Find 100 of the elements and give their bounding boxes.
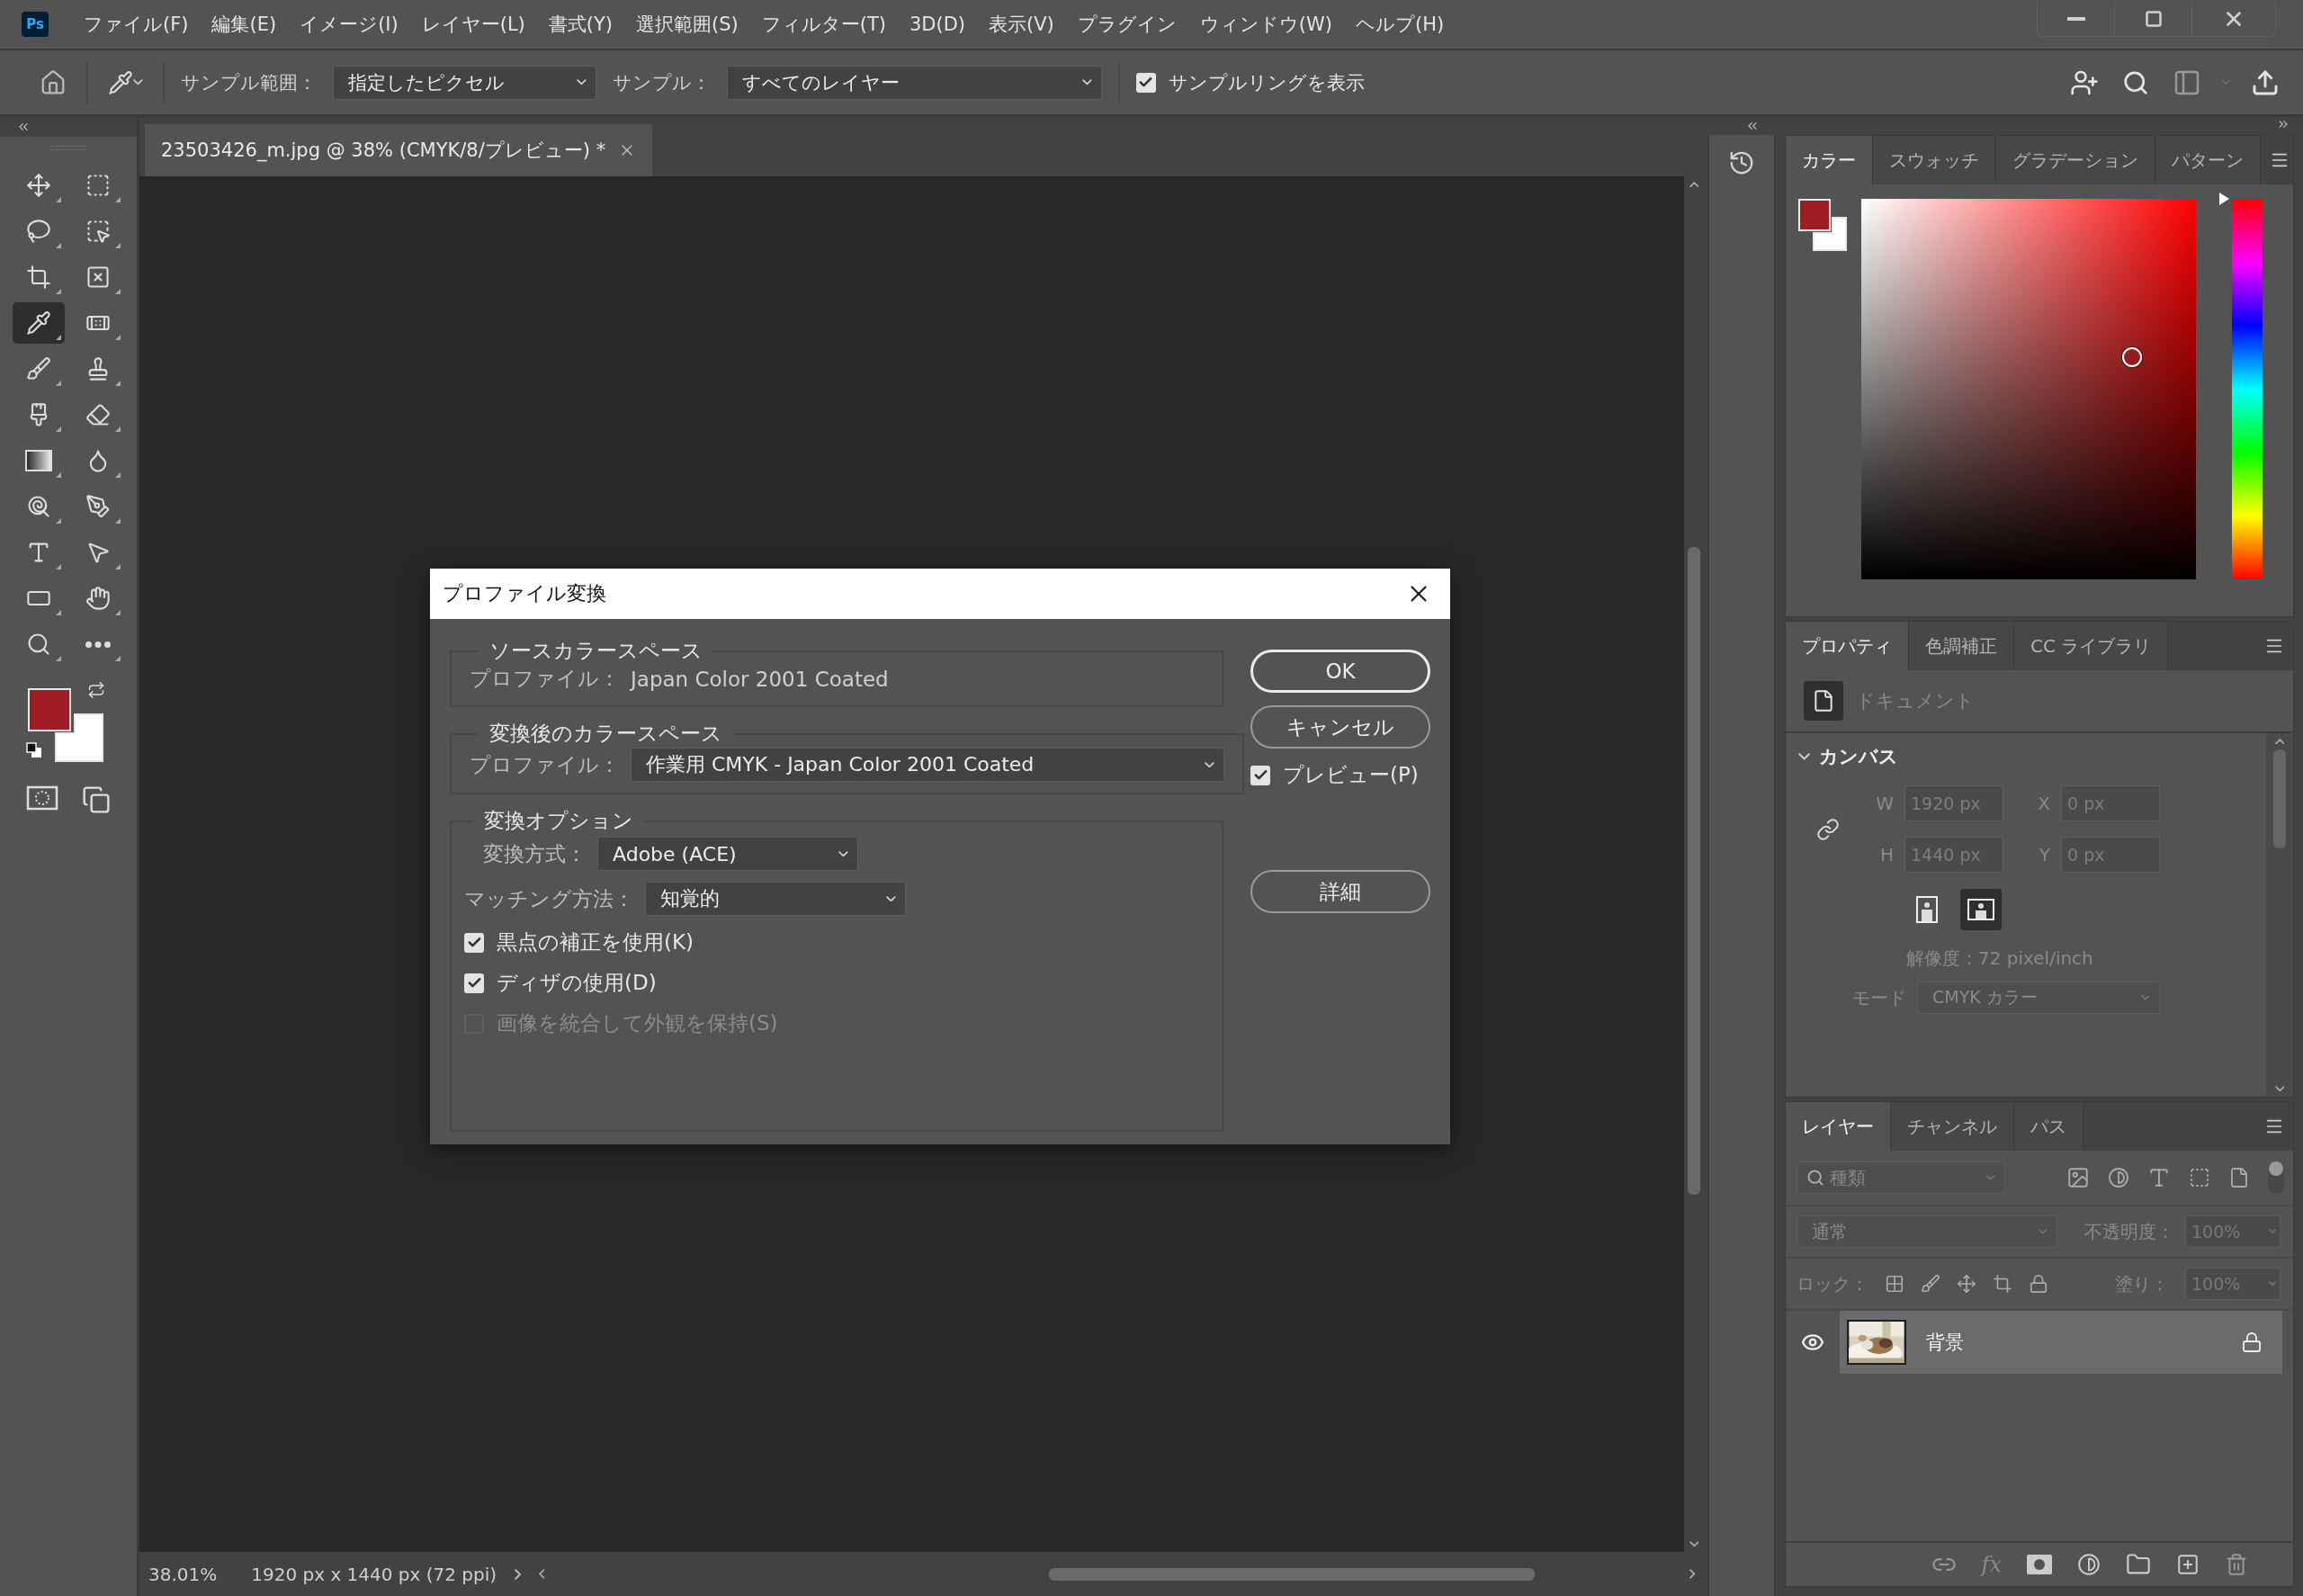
details-button[interactable]: 詳細: [1250, 870, 1430, 913]
layer-row[interactable]: 背景: [1840, 1311, 2282, 1374]
panel-tab[interactable]: レイヤー: [1786, 1102, 1891, 1151]
move-icon: [26, 173, 51, 198]
brush-lock-icon[interactable]: [1921, 1274, 1940, 1294]
foreground-color-swatch[interactable]: [1798, 199, 1831, 231]
document-icon: [1812, 689, 1835, 713]
checker-lock-icon[interactable]: [1885, 1274, 1904, 1294]
chevron-down-icon: [1082, 79, 1092, 85]
sample-size-label: サンプル範囲：: [180, 70, 317, 95]
lasso-icon: [26, 219, 51, 244]
layer-name: 背景: [1926, 1331, 1965, 1355]
engine-dropdown[interactable]: Adobe (ACE): [597, 837, 858, 871]
home-icon: [40, 68, 67, 96]
history-icon: [1728, 149, 1755, 176]
sample-dropdown[interactable]: すべてのレイヤー: [726, 65, 1102, 100]
quick-mask-icon[interactable]: [26, 785, 58, 811]
scroll-up-icon: [1689, 182, 1699, 188]
link-icon[interactable]: [1816, 817, 1840, 841]
search-icon: [2122, 68, 2150, 96]
hand-icon: [85, 586, 111, 611]
checkbox-label: 黒点の補正を使用(K): [497, 929, 694, 955]
menu-item[interactable]: 編集(E): [200, 12, 289, 37]
panel-tab[interactable]: パターン: [2155, 136, 2261, 184]
intent-dropdown[interactable]: 知覚的: [645, 882, 906, 916]
chevron-down-icon[interactable]: [1798, 753, 1811, 760]
document-size: 1920 px x 1440 px (72 ppi): [251, 1563, 497, 1585]
image-filter-icon[interactable]: [2066, 1166, 2090, 1189]
adjustment-icon[interactable]: [2077, 1553, 2101, 1576]
panel-tab[interactable]: パス: [2014, 1102, 2083, 1151]
swap-icon[interactable]: [87, 681, 105, 699]
brush-icon: [26, 356, 51, 381]
drag-grip[interactable]: [50, 146, 86, 150]
trash-icon[interactable]: [2225, 1553, 2248, 1576]
color-field[interactable]: [1861, 199, 2196, 579]
document-button[interactable]: [1804, 681, 1843, 721]
hue-slider-handle[interactable]: [2219, 193, 2229, 205]
menu-item[interactable]: ヘルプ(H): [1344, 12, 1456, 37]
panel-tab[interactable]: スウォッチ: [1873, 136, 1996, 184]
checkbox-label: 画像を統合して外観を保持(S): [497, 1010, 778, 1036]
menu-item[interactable]: 表示(V): [977, 12, 1066, 37]
scroll-down-icon: [2274, 1085, 2285, 1091]
menu-item[interactable]: プラグイン: [1065, 12, 1188, 37]
scrollbar-thumb[interactable]: [1688, 547, 1700, 1196]
smart-object-filter-icon[interactable]: [2228, 1167, 2250, 1188]
landscape-icon: [1967, 899, 1994, 920]
filter-switch[interactable]: [2268, 1161, 2284, 1194]
screen-mode-icon[interactable]: [82, 785, 111, 814]
dialog-button[interactable]: キャンセル: [1250, 705, 1430, 749]
shape-filter-icon[interactable]: [2189, 1167, 2210, 1188]
move-lock-icon[interactable]: [1957, 1274, 1976, 1294]
menu-item[interactable]: レイヤー(L): [409, 12, 537, 37]
field-label: マッチング方法：: [464, 885, 634, 912]
adjustment-filter-icon[interactable]: [2108, 1167, 2129, 1188]
lock-icon[interactable]: [2029, 1274, 2048, 1294]
type-filter-icon[interactable]: [2147, 1166, 2171, 1189]
panel-tab[interactable]: グラデーション: [1996, 136, 2155, 184]
menu-item[interactable]: 書式(Y): [536, 12, 625, 37]
profile-dropdown[interactable]: 作業用 CMYK - Japan Color 2001 Coated: [631, 748, 1224, 782]
panel-tab[interactable]: カラー: [1786, 136, 1873, 184]
scroll-left-icon: [539, 1569, 545, 1579]
menu-item[interactable]: 選択範囲(S): [624, 12, 750, 37]
chevron-right-icon[interactable]: [515, 1568, 522, 1580]
zoom-level: 38.01%: [148, 1563, 218, 1585]
gradient-icon: [25, 450, 52, 471]
chevron-down-icon: [1986, 1175, 1995, 1180]
background-color-swatch[interactable]: [1813, 217, 1847, 251]
menu-item[interactable]: イメージ(I): [288, 12, 410, 37]
horizontal-scrollbar[interactable]: [539, 1565, 1695, 1583]
color-picker-marker[interactable]: [2122, 347, 2142, 367]
tool-button[interactable]: [13, 302, 65, 344]
new-layer-icon[interactable]: [2176, 1553, 2200, 1576]
panel-tab[interactable]: CC ライブラリ: [2014, 622, 2169, 670]
vertical-scrollbar[interactable]: [2266, 733, 2293, 1097]
scroll-down-icon: [1689, 1540, 1699, 1547]
panel-tab[interactable]: チャンネル: [1891, 1102, 2014, 1151]
scroll-right-icon: [1689, 1569, 1695, 1579]
menu-item[interactable]: ウィンドウ(W): [1187, 12, 1344, 37]
menu-item[interactable]: 3D(D): [897, 13, 978, 35]
default-colors-icon[interactable]: [26, 742, 42, 758]
foreground-color-swatch[interactable]: [28, 688, 71, 731]
mask-icon[interactable]: [2027, 1555, 2052, 1574]
dashed-square-icon: [85, 173, 111, 198]
chevron-down-icon: [1205, 761, 1214, 768]
dashed-square-pointer-icon: [85, 219, 111, 244]
menu-item[interactable]: フィルター(T): [749, 12, 898, 37]
scroll-up-icon: [2274, 739, 2285, 745]
document-tab[interactable]: 23503426_m.jpg @ 38% (CMYK/8/プレビュー) *: [145, 124, 653, 176]
profile-value: Japan Color 2001 Coated: [631, 667, 889, 691]
scrollbar-thumb[interactable]: [2273, 749, 2286, 849]
dialog-button[interactable]: OK: [1250, 650, 1430, 693]
sample-size-dropdown[interactable]: 指定したピクセル: [332, 65, 596, 100]
chevron-down-icon: [2268, 1229, 2276, 1234]
panel-tab[interactable]: 色調補正: [1909, 622, 2014, 670]
crop-lock-icon[interactable]: [1993, 1274, 2012, 1294]
landscape-button[interactable]: [1960, 889, 2002, 930]
scrollbar-thumb[interactable]: [1048, 1567, 1535, 1581]
menu-item[interactable]: ファイル(F): [72, 12, 201, 37]
panel-tab[interactable]: プロパティ: [1786, 622, 1909, 670]
sample-label: サンプル：: [612, 70, 711, 95]
